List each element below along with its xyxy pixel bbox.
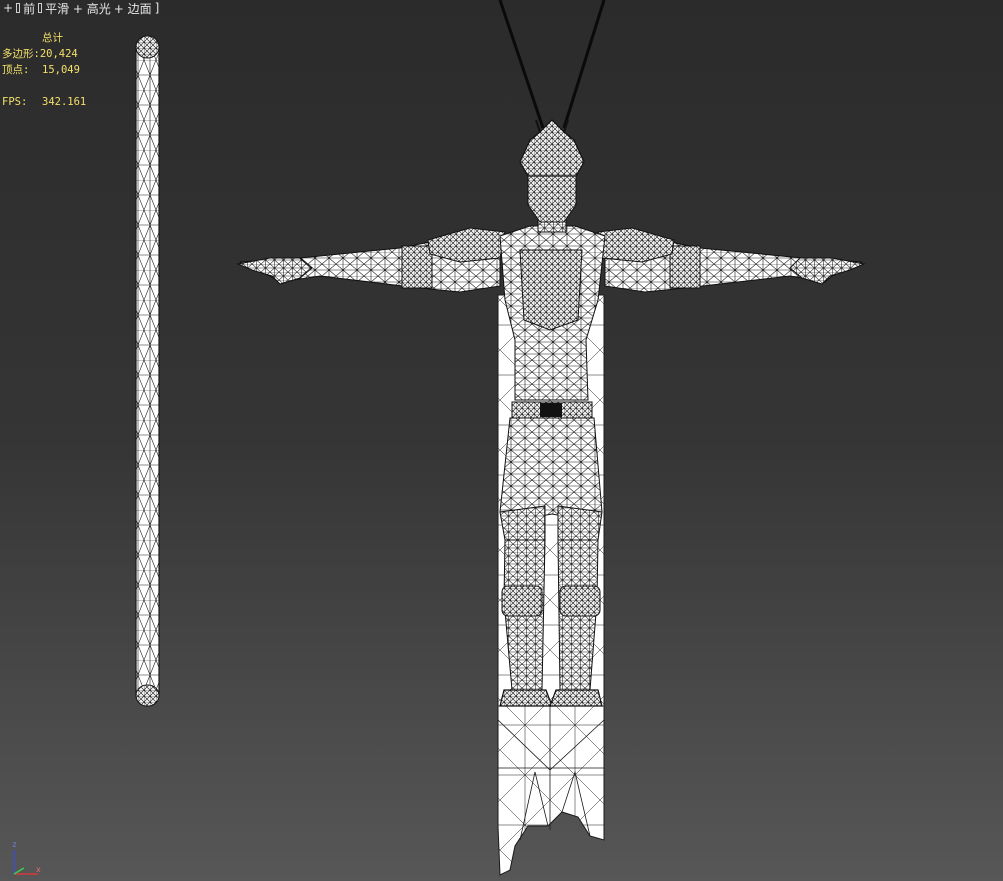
axis-gizmo: z x <box>12 840 41 875</box>
gizmo-x-label: x <box>36 865 41 874</box>
viewport-front[interactable]: + 前 平滑 + 高光 + 边面 ] 总计 多边形: 20,424 顶点: 15,0… <box>0 0 1003 881</box>
hanging-ropes[interactable] <box>498 0 606 129</box>
staff-mesh[interactable] <box>135 35 160 707</box>
scene-canvas[interactable] <box>0 0 1003 881</box>
gizmo-z-label: z <box>12 840 17 849</box>
